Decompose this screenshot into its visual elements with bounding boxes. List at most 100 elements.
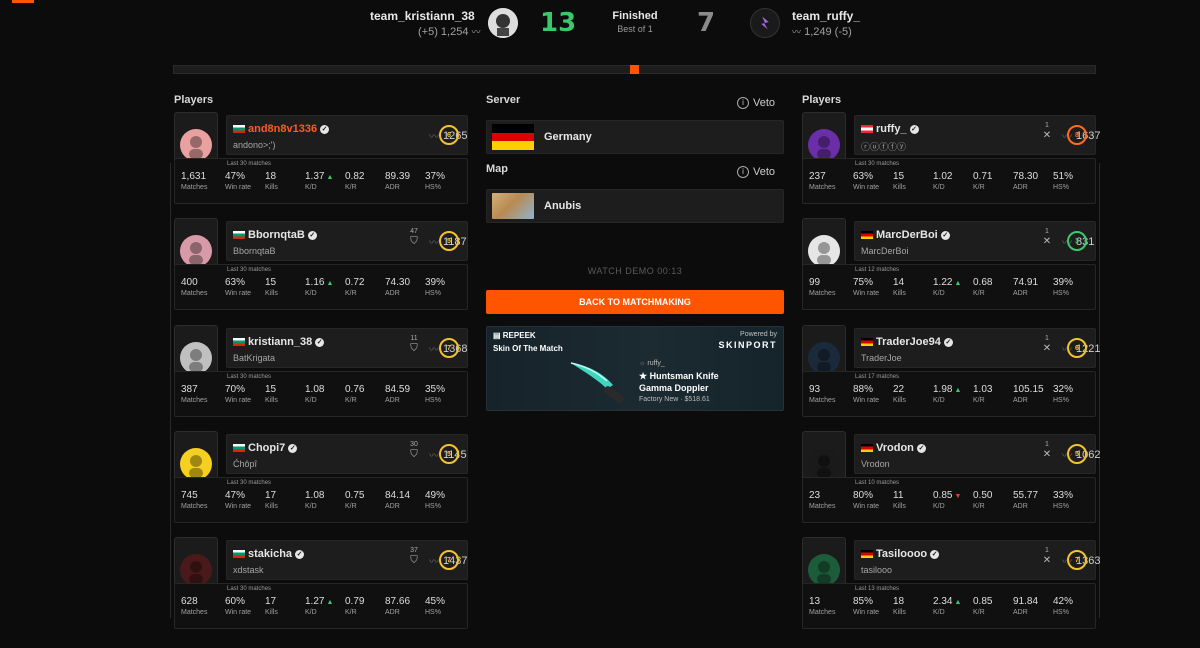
stat-kills: 22 Kills [893,384,906,404]
stat-hs: 49% HS% [425,490,446,510]
last-matches-label: Last 30 matches [227,161,272,167]
bulgaria-flag-icon [233,444,245,452]
skill-level-badge: 5 [439,231,459,251]
players-title-left: Players [174,94,214,106]
player-trophies: 1 ✕ [1042,547,1052,566]
player-nickname: ⓡⓤⓕⓕⓨ [861,142,907,152]
player-card-right-2[interactable]: MarcDerBoi ✓ MarcDerBoi 1 ✕ 〰 831 3 Last 12… [802,218,1096,310]
stat-adr: 74.91 ADR [1013,277,1039,297]
player-name[interactable]: stakicha ✓ [233,548,305,560]
player-card-left-3[interactable]: kristiann_38 ✓ BatKrigata 11 ⛉ 〰 1368 7 Las… [174,325,468,417]
avatar-image [817,242,831,265]
stat-matches: 237 Matches [809,171,836,191]
match-status: Finished Best of 1 [612,10,658,34]
verified-icon: ✓ [943,337,953,347]
stat-winrate: 88% Win rate [853,384,880,404]
stat-matches: 628 Matches [181,596,208,616]
map-thumbnail [492,193,534,219]
stat-adr: 84.59 ADR [385,384,411,404]
skill-level-badge: 6 [439,125,459,145]
player-card-right-3[interactable]: TraderJoe94 ✓ TraderJoe 1 ✕ 〰 1221 6 Last 1… [802,325,1100,417]
stat-hs: 35% HS% [425,384,446,404]
trend-icon: 〰 [429,132,439,143]
player-card-left-1[interactable]: and8n8v1336 ✓ andono>;') 〰 1265 6 Last 30 … [174,112,468,204]
trend-icon: 〰 [429,557,439,568]
player-stats: Last 30 matches 237 Matches 63% Win rate 15 K… [802,158,1096,204]
player-card-left-2[interactable]: BbornqtaB ✓ BbornqtaB 47 ⛉ 〰 1187 5 Last 30… [174,218,468,310]
skin-of-the-match-banner[interactable]: ▤ REPEEK Skin Of The Match Powered by SK… [486,326,784,411]
veto-info-map[interactable]: i Veto [737,166,775,178]
stat-adr: 84.14 ADR [385,490,411,510]
avatar-image [189,349,203,372]
stat-kd: 1.27 ▲ K/D [305,596,334,616]
germany-flag-icon [492,124,534,151]
stat-kills: 15 Kills [265,277,278,297]
player-name[interactable]: kristiann_38 ✓ [233,336,325,348]
verified-icon: ✓ [916,443,926,453]
player-trophies: 37 ⛉ [410,547,418,566]
right-team-score: 7 [697,8,716,38]
player-name[interactable]: ruffy_ ✓ [861,123,919,135]
player-nickname: tasilooo [861,565,893,575]
stat-winrate: 75% Win rate [853,277,880,297]
stat-adr: 74.30 ADR [385,277,411,297]
timeline-marker [630,65,639,74]
stat-hs: 32% HS% [1053,384,1074,404]
verified-icon: ✓ [315,337,325,347]
player-trophies: 1 ✕ [1042,122,1052,141]
stat-winrate: 63% Win rate [853,171,880,191]
player-card-left-5[interactable]: stakicha ✓ xdstask 37 ⛉ 〰 1437 7 Last 30 ma… [174,537,468,629]
player-header: Vrodon ✓ Vrodon 1 ✕ 〰 1062 5 [854,434,1100,474]
player-name[interactable]: MarcDerBoi ✓ [861,229,950,241]
player-nickname: Vrodon [861,459,890,469]
player-name[interactable]: Tasiloooo ✓ [861,548,940,560]
right-team-avatar[interactable] [750,8,780,38]
stat-winrate: 63% Win rate [225,277,252,297]
stat-matches: 745 Matches [181,490,208,510]
player-name[interactable]: BbornqtaB ✓ [233,229,317,241]
germany-flag-icon [861,444,873,452]
player-name[interactable]: TraderJoe94 ✓ [861,336,953,348]
match-timeline [173,65,1096,74]
austria-flag-icon [861,125,873,133]
player-name[interactable]: and8n8v1336 ✓ [233,123,330,135]
player-stats: Last 30 matches 745 Matches 47% Win rate 17 K… [174,477,468,523]
back-to-matchmaking-button[interactable]: BACK TO MATCHMAKING [486,290,784,314]
last-matches-label: Last 30 matches [227,586,272,592]
stat-matches: 387 Matches [181,384,208,404]
player-header: MarcDerBoi ✓ MarcDerBoi 1 ✕ 〰 831 3 [854,221,1096,261]
player-stats: Last 30 matches 400 Matches 63% Win rate 15 K… [174,264,468,310]
player-name[interactable]: Chopi7 ✓ [233,442,298,454]
player-name[interactable]: Vrodon ✓ [861,442,926,454]
player-stats: Last 17 matches 93 Matches 88% Win rate 22 Ki… [802,371,1096,417]
player-card-right-4[interactable]: Vrodon ✓ Vrodon 1 ✕ 〰 1062 5 Last 10 matche… [802,431,1100,523]
player-nickname: andono>;') [233,140,276,150]
stat-hs: 39% HS% [425,277,446,297]
player-card-right-5[interactable]: Tasiloooo ✓ tasilooo 1 ✕ 〰 1363 7 Last 13 m… [802,537,1100,629]
right-team-name[interactable]: team_ruffy_ [792,9,860,23]
left-team-avatar[interactable] [488,8,518,38]
stat-hs: 33% HS% [1053,490,1074,510]
avatar-image [189,242,203,265]
trend-icon: 〰 [429,451,439,462]
stat-kr: 0.75 K/R [345,490,365,510]
stat-kills: 15 Kills [265,384,278,404]
stat-kd: 1.22 ▲ K/D [933,277,962,297]
verified-icon: ✓ [295,549,305,559]
player-stats: Last 30 matches 387 Matches 70% Win rate 15 K… [174,371,468,417]
stat-hs: 39% HS% [1053,277,1074,297]
player-header: Chopi7 ✓ Ćhôpî 30 ⛉ 〰 1145 5 [226,434,468,474]
player-card-right-1[interactable]: ruffy_ ✓ ⓡⓤⓕⓕⓨ 1 ✕ 〰 1637 8 Last 30 matches… [802,112,1100,204]
avatar-image [817,455,831,478]
veto-info-server[interactable]: i Veto [737,97,775,109]
server-box: Germany [486,120,784,154]
roster-line-right [1099,163,1100,618]
stat-kr: 1.03 K/R [973,384,993,404]
trend-icon: 〰 [429,238,439,249]
stat-kr: 0.76 K/R [345,384,365,404]
left-team-name[interactable]: team_kristiann_38 [370,9,475,23]
player-trophies: 11 ⛉ [410,335,418,354]
stat-kr: 0.72 K/R [345,277,365,297]
player-card-left-4[interactable]: Chopi7 ✓ Ćhôpî 30 ⛉ 〰 1145 5 Last 30 matche… [174,431,468,523]
watch-demo-button[interactable]: WATCH DEMO 00:13 [486,266,784,276]
